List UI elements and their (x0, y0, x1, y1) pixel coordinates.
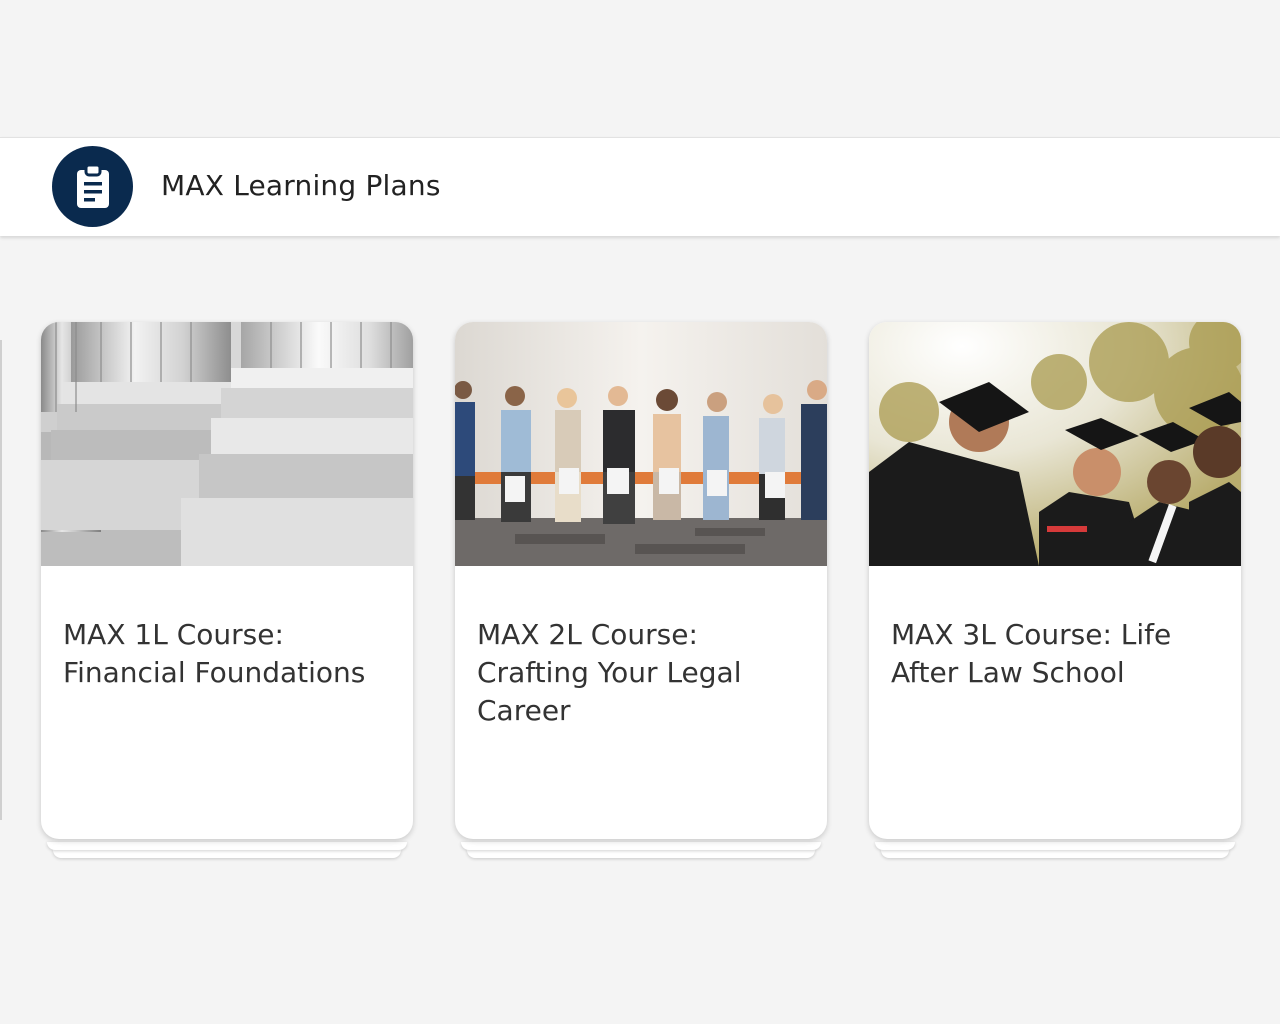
course-card[interactable]: MAX 2L Course: Crafting Your Legal Caree… (455, 322, 827, 839)
previous-card-edge (0, 340, 2, 820)
course-card[interactable]: MAX 1L Course: Financial Foundations (41, 322, 413, 839)
course-title: MAX 1L Course: Financial Foundations (63, 618, 366, 689)
course-card-3l[interactable]: MAX 3L Course: Life After Law School (869, 322, 1241, 862)
job-candidates-photo (455, 322, 827, 566)
card-stack-shadow (461, 842, 821, 850)
course-card[interactable]: MAX 3L Course: Life After Law School (869, 322, 1241, 839)
course-title: MAX 3L Course: Life After Law School (891, 618, 1172, 689)
card-stack-shadow (467, 850, 815, 858)
course-title: MAX 2L Course: Crafting Your Legal Caree… (477, 618, 742, 727)
card-stack-shadow (53, 850, 401, 858)
card-stack-shadow (47, 842, 407, 850)
page-title: MAX Learning Plans (161, 169, 441, 202)
course-card-2l[interactable]: MAX 2L Course: Crafting Your Legal Caree… (455, 322, 827, 862)
card-stack-shadow (875, 842, 1235, 850)
graduates-photo (869, 322, 1241, 566)
columns-photo (41, 322, 413, 566)
clipboard-icon (52, 146, 133, 227)
header-bar: MAX Learning Plans (0, 137, 1280, 236)
card-stack-shadow (881, 850, 1229, 858)
course-card-1l[interactable]: MAX 1L Course: Financial Foundations (41, 322, 413, 862)
